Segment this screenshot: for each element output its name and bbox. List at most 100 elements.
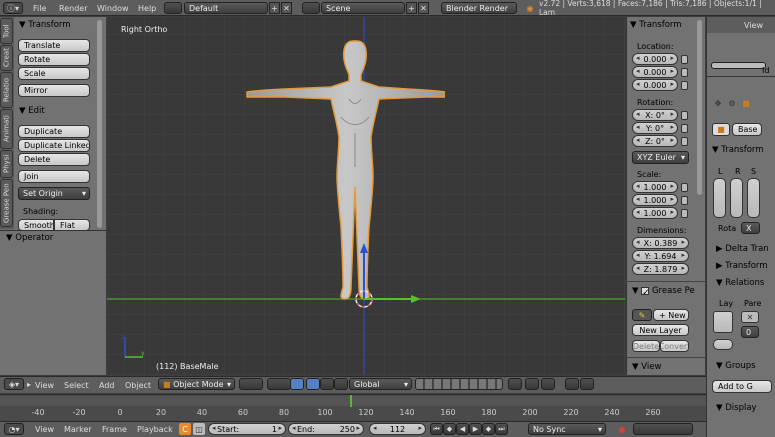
menu-render[interactable]: Render (59, 0, 87, 16)
object-name-field[interactable]: Base (732, 123, 762, 136)
lock-icon[interactable] (681, 209, 688, 218)
constraints-icon[interactable]: ⚙ (726, 97, 738, 109)
viewport-3d[interactable]: Right Ortho z y (112) BaseMale (107, 17, 625, 375)
translate-manipulator[interactable] (306, 378, 320, 390)
snap-icon[interactable] (541, 378, 555, 390)
lock-icon[interactable] (681, 196, 688, 205)
3d-view-editor-icon[interactable]: ◈▾ (4, 378, 24, 390)
object-properties-icon[interactable]: ✥ (712, 97, 724, 109)
rotate-manipulator[interactable] (320, 378, 334, 390)
current-frame-marker[interactable] (349, 395, 352, 407)
add-scene-icon[interactable]: + (406, 2, 417, 14)
timeline-menu-marker[interactable]: Marker (64, 421, 92, 437)
new-grease-button[interactable]: + New (653, 309, 689, 321)
location-z-field[interactable]: ◂ 0.000 ▸ (632, 79, 678, 91)
join-button[interactable]: Join (18, 170, 90, 183)
pass-index-field[interactable] (713, 339, 733, 350)
dimension-x-field[interactable]: ◂ X: 0.389 ▸ (632, 237, 689, 249)
jump-keyframe-back-button[interactable]: ◆ (443, 423, 456, 435)
pivot-point-dropdown[interactable] (267, 378, 291, 390)
mode-dropdown[interactable]: ■ Object Mode ▾ (158, 378, 235, 390)
location-column[interactable] (713, 178, 726, 218)
view3d-menu-view[interactable]: View (35, 377, 54, 393)
convert-grease-button[interactable]: Convert (660, 340, 689, 352)
npanel-transform-header[interactable]: ▼ Transform (630, 20, 682, 30)
dimension-y-field[interactable]: ◂ Y: 1.694 ▸ (632, 250, 689, 262)
lock-icon[interactable] (681, 137, 688, 146)
add-to-group-button[interactable]: Add to G (712, 380, 772, 393)
new-layer-button[interactable]: New Layer (632, 324, 689, 336)
rotation-y-field[interactable]: ◂ Y: 0° ▸ (632, 122, 678, 134)
scale-manipulator[interactable] (334, 378, 348, 390)
rota-mode-dropdown[interactable]: X (741, 222, 760, 234)
tab-create[interactable]: Creat (0, 45, 13, 71)
set-origin-dropdown[interactable]: Set Origin ▾ (18, 187, 90, 200)
tab-animation[interactable]: Animati (0, 109, 13, 149)
menu-help[interactable]: Help (138, 0, 156, 16)
opengl-anim-icon[interactable] (580, 378, 594, 390)
npanel-view-header[interactable]: ▼ View (632, 362, 661, 372)
outliner-scroll[interactable] (711, 62, 766, 69)
edit-panel-header[interactable]: ▼ Edit (19, 106, 45, 116)
translate-button[interactable]: Translate (18, 39, 90, 52)
layers-grid[interactable] (713, 311, 733, 333)
manipulator-toggle[interactable] (290, 378, 304, 390)
tab-relations[interactable]: Relatio (0, 72, 13, 108)
scale-x-field[interactable]: ◂ 1.000 ▸ (632, 181, 678, 193)
tab-physics[interactable]: Physi (0, 150, 13, 178)
grease-pencil-checkbox[interactable]: ✓ (641, 286, 649, 298)
timeline-menu-frame[interactable]: Frame (102, 421, 127, 437)
remove-layout-icon[interactable]: ✕ (281, 2, 292, 14)
timeline-menu-playback[interactable]: Playback (137, 421, 173, 437)
lock-icon[interactable] (681, 183, 688, 192)
layout-icon[interactable] (164, 2, 182, 14)
viewport-shading-dropdown[interactable] (239, 378, 263, 390)
transform-panel-header[interactable]: ▼ Transform (19, 20, 71, 30)
delta-transform-header[interactable]: ▶ Delta Tran (716, 244, 769, 254)
menu-window[interactable]: Window (97, 0, 129, 16)
lock-icon[interactable] (681, 68, 688, 77)
parent-type-dropdown[interactable]: 0 (741, 326, 759, 338)
transform-gizmo[interactable] (327, 239, 427, 319)
scale-y-field[interactable]: ◂ 1.000 ▸ (632, 194, 678, 206)
tab-tool[interactable]: Tool (0, 18, 13, 44)
duplicate-linked-button[interactable]: Duplicate Linked (18, 139, 90, 152)
jump-start-button[interactable]: ⏮ (430, 423, 443, 435)
rotation-x-field[interactable]: ◂ X: 0° ▸ (632, 109, 678, 121)
menu-file[interactable]: File (33, 0, 46, 16)
display-header[interactable]: ▼ Display (716, 403, 757, 413)
location-y-field[interactable]: ◂ 0.000 ▸ (632, 66, 678, 78)
opengl-render-icon[interactable] (565, 378, 579, 390)
scene-select[interactable]: Scene (321, 2, 405, 14)
record-icon[interactable]: C (179, 423, 191, 435)
render-icon[interactable] (525, 378, 539, 390)
editor-type-icon[interactable]: ⓘ▾ (3, 2, 23, 14)
groups-header[interactable]: ▼ Groups (716, 361, 756, 371)
scale-z-field[interactable]: ◂ 1.000 ▸ (632, 207, 678, 219)
timeline-menu-view[interactable]: View (35, 421, 54, 437)
play-reverse-button[interactable]: ◀ (456, 423, 469, 435)
parent-icon[interactable]: ✕ (741, 311, 759, 323)
preview-range-icon[interactable]: ◫ (193, 423, 205, 435)
sync-dropdown[interactable]: No Sync ▾ (528, 423, 606, 435)
tool-shelf-scrollbar[interactable] (97, 20, 102, 228)
end-frame-field[interactable]: ◂ End: 250 ▸ (288, 423, 364, 435)
pencil-icon[interactable]: ✎ (632, 309, 652, 321)
render-engine-select[interactable]: Blender Render (441, 2, 517, 14)
jump-keyframe-forward-button[interactable]: ◆ (482, 423, 495, 435)
outliner-view-label[interactable]: View (744, 21, 763, 30)
jump-end-button[interactable]: ⏭ (495, 423, 508, 435)
grease-pencil-header[interactable]: ▼ ✓ Grease Pe (632, 286, 695, 298)
view3d-menu-select[interactable]: Select (64, 377, 89, 393)
current-frame-field[interactable]: ◂ 112 ▸ (369, 423, 426, 435)
scene-icon[interactable] (302, 2, 320, 14)
rotate-button[interactable]: Rotate (18, 53, 90, 66)
layer-buttons[interactable] (415, 378, 503, 390)
add-layout-icon[interactable]: + (269, 2, 280, 14)
tab-grease-pencil[interactable]: Grease Pen (0, 179, 13, 227)
relations-header[interactable]: ▼ Relations (716, 278, 764, 288)
delete-button[interactable]: Delete (18, 153, 90, 166)
rotation-z-field[interactable]: ◂ Z: 0° ▸ (632, 135, 678, 147)
layout-select[interactable]: Default (184, 2, 268, 14)
npanel-scrollbar[interactable] (697, 20, 702, 195)
